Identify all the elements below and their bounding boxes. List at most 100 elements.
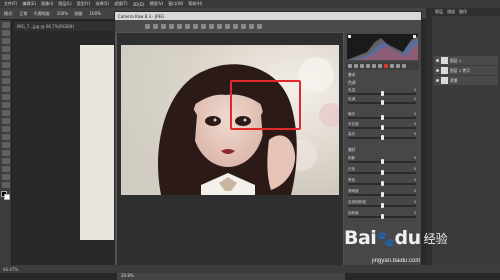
eye-icon[interactable] — [436, 79, 439, 82]
crop-icon[interactable] — [185, 23, 190, 29]
slider-contrast[interactable]: 对比度 0 — [348, 122, 416, 131]
slider-value[interactable]: 0 — [414, 97, 416, 101]
slider-value[interactable]: 0 — [414, 88, 416, 92]
hand-icon[interactable] — [153, 23, 158, 29]
type-tool-icon[interactable] — [1, 142, 10, 148]
document-tab[interactable]: IMG_7...jpg @ 66.7%(RGB/8) — [14, 22, 124, 31]
opacity-input[interactable]: 100% — [57, 11, 68, 16]
menu-window[interactable]: 窗口(W) — [168, 1, 183, 7]
menu-view[interactable]: 视图(V) — [149, 1, 163, 7]
rotate-ccw-icon[interactable] — [249, 23, 254, 29]
slider-thumb[interactable] — [381, 115, 384, 120]
slider-value[interactable]: 0 — [414, 167, 416, 171]
stamp-tool-icon[interactable] — [1, 86, 10, 92]
eye-icon[interactable] — [436, 59, 439, 62]
effects-tab-icon[interactable] — [384, 64, 388, 68]
slider-shadows[interactable]: 阴影 0 — [348, 156, 416, 165]
eraser-tool-icon[interactable] — [1, 102, 10, 108]
layer-row[interactable]: 图层 1 拷贝 — [434, 66, 498, 75]
red-eye-icon[interactable] — [209, 23, 214, 29]
eye-icon[interactable] — [436, 69, 439, 72]
slider-exposure[interactable]: 曝光 0 — [348, 112, 416, 121]
adjustment-brush-icon[interactable] — [217, 23, 222, 29]
color-sampler-icon[interactable] — [169, 23, 174, 29]
graduated-filter-icon[interactable] — [225, 23, 230, 29]
menu-edit[interactable]: 编辑(E) — [22, 1, 36, 7]
menu-type[interactable]: 类型(Y) — [77, 1, 91, 7]
slider-temperature[interactable]: 色温 0 — [348, 88, 416, 97]
slider-value[interactable]: 0 — [414, 178, 416, 182]
slider-value[interactable]: 0 — [414, 122, 416, 126]
snapshots-tab-icon[interactable] — [402, 64, 406, 68]
slider-value[interactable]: 0 — [414, 112, 416, 116]
spot-removal-icon[interactable] — [201, 23, 206, 29]
healing-tool-icon[interactable] — [1, 70, 10, 76]
dodge-tool-icon[interactable] — [1, 126, 10, 132]
slider-thumb[interactable] — [381, 203, 384, 208]
menu-help[interactable]: 帮助(H) — [188, 1, 202, 7]
slider-clarity[interactable]: 清晰度 0 — [348, 189, 416, 198]
slider-value[interactable]: 0 — [414, 156, 416, 160]
detail-tab-icon[interactable] — [360, 64, 364, 68]
zoom-level[interactable]: 20.8% — [121, 273, 134, 278]
slider-whites[interactable]: 白色 0 — [348, 167, 416, 176]
color-swatches[interactable] — [0, 191, 11, 205]
layer-row[interactable]: 背景 — [434, 76, 498, 85]
flow-input[interactable]: 100% — [90, 11, 101, 16]
radial-filter-icon[interactable] — [233, 23, 238, 29]
hand-tool-icon[interactable] — [1, 166, 10, 172]
basic-tab-icon[interactable] — [348, 64, 352, 68]
quick-select-tool-icon[interactable] — [1, 46, 10, 52]
tab-layers[interactable]: 图层 — [435, 9, 443, 15]
slider-thumb[interactable] — [381, 181, 384, 186]
more-tools-icon[interactable] — [1, 182, 10, 188]
tone-curve-tab-icon[interactable] — [354, 64, 358, 68]
eyedropper-tool-icon[interactable] — [1, 62, 10, 68]
slider-highlights[interactable]: 高光 0 — [348, 132, 416, 141]
mode-select[interactable]: 正常 — [19, 11, 27, 17]
slider-value[interactable]: 0 — [414, 200, 416, 204]
path-select-tool-icon[interactable] — [1, 150, 10, 156]
menu-select[interactable]: 选择(S) — [95, 1, 109, 7]
move-tool-icon[interactable] — [1, 22, 10, 28]
lens-tab-icon[interactable] — [378, 64, 382, 68]
rotate-cw-icon[interactable] — [257, 23, 262, 29]
history-brush-tool-icon[interactable] — [1, 94, 10, 100]
targeted-adjust-icon[interactable] — [177, 23, 182, 29]
slider-value[interactable]: 0 — [414, 211, 416, 215]
slider-thumb[interactable] — [381, 192, 384, 197]
slider-thumb[interactable] — [381, 91, 384, 96]
camera-calibration-tab-icon[interactable] — [390, 64, 394, 68]
zoom-tool-icon[interactable] — [1, 174, 10, 180]
pen-tool-icon[interactable] — [1, 134, 10, 140]
status-zoom[interactable]: 66.67% — [3, 267, 18, 272]
slider-blacks[interactable]: 黑色 0 — [348, 178, 416, 187]
slider-value[interactable]: 0 — [414, 132, 416, 136]
slider-value[interactable]: 0 — [414, 189, 416, 193]
menu-3d[interactable]: 3D(D) — [133, 2, 145, 7]
lasso-tool-icon[interactable] — [1, 38, 10, 44]
slider-thumb[interactable] — [381, 100, 384, 105]
menu-file[interactable]: 文件(F) — [4, 1, 17, 7]
zoom-icon[interactable] — [145, 23, 150, 29]
menu-filter[interactable]: 滤镜(T) — [114, 1, 128, 7]
slider-thumb[interactable] — [381, 125, 384, 130]
menu-image[interactable]: 图像(I) — [41, 1, 53, 7]
tab-paths[interactable]: 路径 — [459, 9, 467, 15]
slider-thumb[interactable] — [381, 135, 384, 140]
slider-vibrance[interactable]: 自然饱和度 0 — [348, 200, 416, 209]
background-color-swatch[interactable] — [4, 194, 10, 200]
hsl-tab-icon[interactable] — [366, 64, 370, 68]
straighten-icon[interactable] — [193, 23, 198, 29]
presets-tab-icon[interactable] — [396, 64, 400, 68]
marquee-tool-icon[interactable] — [1, 30, 10, 36]
slider-tint[interactable]: 色调 0 — [348, 97, 416, 106]
camera-raw-titlebar[interactable]: Camera Raw 8.3 - JPEG — [115, 12, 421, 20]
layer-row[interactable]: 图层 1 — [434, 56, 498, 65]
slider-thumb[interactable] — [381, 170, 384, 175]
split-toning-tab-icon[interactable] — [372, 64, 376, 68]
gradient-tool-icon[interactable] — [1, 110, 10, 116]
shape-tool-icon[interactable] — [1, 158, 10, 164]
brush-tool-icon[interactable] — [1, 78, 10, 84]
white-balance-icon[interactable] — [161, 23, 166, 29]
